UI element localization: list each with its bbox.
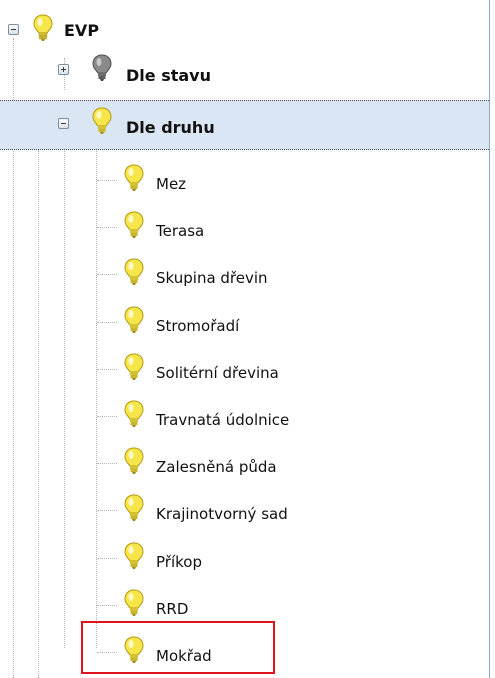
tree-node-label: Dle stavu (126, 66, 211, 85)
yellow-bulb-icon (124, 400, 144, 427)
yellow-bulb-icon (33, 14, 53, 41)
tree-leaf-item[interactable]: Mez (0, 158, 489, 202)
tree-node-label: Dle druhu (126, 118, 215, 137)
tree-connector-line (97, 416, 117, 417)
yellow-bulb-icon (124, 542, 144, 569)
tree-connector-line (97, 463, 117, 464)
collapse-toggle-icon[interactable] (58, 118, 69, 129)
tree-leaf-label: Mez (156, 175, 187, 193)
tree-leaf-label: Krajinotvorný sad (156, 505, 288, 523)
tree-connector-line (97, 558, 117, 559)
tree-node-evp[interactable]: EVP (0, 4, 489, 52)
tree-leaf-label: Solitérní dřevina (156, 364, 279, 382)
tree-leaf-item[interactable]: Terasa (0, 205, 489, 249)
yellow-bulb-icon (92, 107, 112, 134)
tree-node-label: EVP (64, 21, 100, 40)
tree-view: EVP Dle stavu Dle druhu Mez Terasa Skupina… (0, 0, 495, 678)
yellow-bulb-icon (124, 447, 144, 474)
yellow-bulb-icon (124, 353, 144, 380)
yellow-bulb-icon (124, 164, 144, 191)
tree-leaf-label: Terasa (156, 222, 205, 240)
tree-leaf-item[interactable]: Stromořadí (0, 300, 489, 344)
tree-leaf-item[interactable]: Zalesněná půda (0, 441, 489, 485)
tree-connector-line (97, 227, 117, 228)
tree-border (489, 0, 490, 678)
tree-leaf-item[interactable]: Travnatá údolnice (0, 394, 489, 438)
tree-leaf-label: Příkop (156, 553, 202, 571)
collapse-toggle-icon[interactable] (8, 24, 19, 35)
tree-connector-line (97, 605, 117, 606)
gray-bulb-icon (92, 54, 112, 81)
tree-leaf-item[interactable]: Příkop (0, 536, 489, 580)
highlight-annotation (81, 621, 275, 674)
tree-connector-line (97, 180, 117, 181)
expand-toggle-icon[interactable] (58, 64, 69, 75)
yellow-bulb-icon (124, 211, 144, 238)
yellow-bulb-icon (124, 258, 144, 285)
yellow-bulb-icon (124, 306, 144, 333)
tree-connector-line (97, 510, 117, 511)
tree-connector-line (97, 369, 117, 370)
tree-leaf-item[interactable]: Solitérní dřevina (0, 347, 489, 391)
tree-connector-line (97, 274, 117, 275)
tree-leaf-label: RRD (156, 600, 189, 618)
tree-node-dle-druhu[interactable]: Dle druhu (0, 100, 489, 150)
yellow-bulb-icon (124, 589, 144, 616)
yellow-bulb-icon (124, 494, 144, 521)
tree-leaf-label: Skupina dřevin (156, 269, 268, 287)
tree-leaf-item[interactable]: Krajinotvorný sad (0, 488, 489, 532)
tree-leaf-item[interactable]: Skupina dřevin (0, 252, 489, 296)
tree-leaf-label: Zalesněná půda (156, 458, 277, 476)
tree-node-dle-stavu[interactable]: Dle stavu (0, 52, 489, 100)
tree-leaf-label: Travnatá údolnice (156, 411, 290, 429)
tree-leaf-label: Stromořadí (156, 317, 240, 335)
tree-connector-line (97, 322, 117, 323)
